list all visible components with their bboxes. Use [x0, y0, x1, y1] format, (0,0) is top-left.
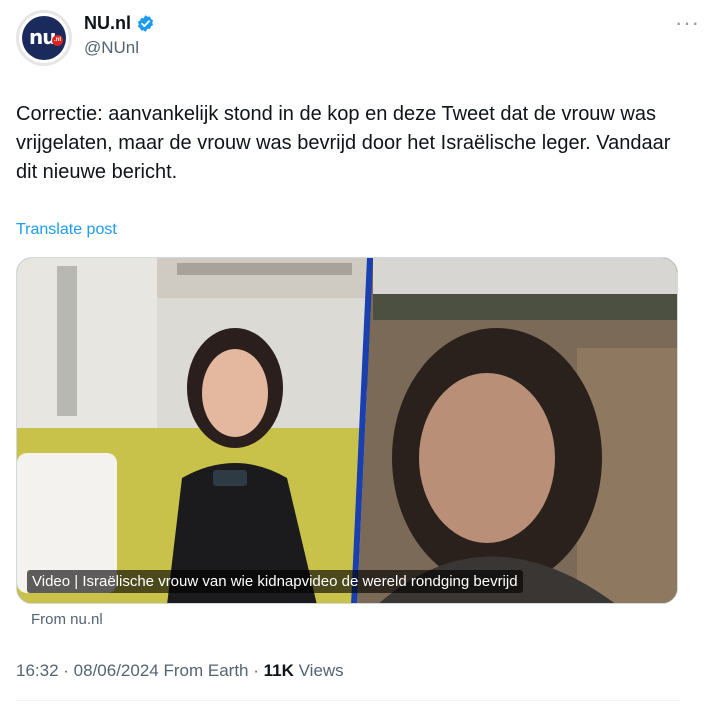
display-name[interactable]: NU.nl	[84, 13, 131, 34]
avatar-logo: nu .nl	[22, 16, 66, 60]
avatar-logo-text: nu	[29, 25, 57, 49]
post-text: Correctie: aanvankelijk stond in de kop …	[16, 103, 671, 183]
meta-separator: ·	[253, 661, 264, 680]
more-options-icon[interactable]: ···	[675, 10, 700, 36]
video-thumbnail	[17, 258, 677, 603]
avatar-logo-badge: .nl	[52, 35, 63, 46]
woman-face	[202, 349, 268, 437]
views-count: 11K	[263, 661, 294, 680]
user-handle[interactable]: @NUnl	[84, 38, 139, 58]
post-header: nu .nl NU.nl @NUnl ···	[16, 10, 704, 66]
post-location: From Earth	[163, 661, 249, 680]
media-card[interactable]: Video | Israëlische vrouw van wie kidnap…	[16, 257, 678, 604]
verified-badge-icon	[137, 15, 154, 32]
name-row: NU.nl	[84, 13, 155, 34]
translate-post-link[interactable]: Translate post	[16, 221, 117, 239]
views-label: Views	[298, 661, 344, 680]
post-meta: 16:32 · 08/06/2024 From Earth · 11K View…	[16, 661, 344, 681]
post-date[interactable]: 08/06/2024	[74, 661, 159, 680]
phone	[213, 470, 247, 486]
post-time[interactable]: 16:32	[16, 661, 59, 680]
meta-separator: ·	[63, 661, 74, 680]
window-slats	[177, 263, 352, 275]
equipment-rail	[57, 266, 77, 416]
video-caption: Video | Israëlische vrouw van wie kidnap…	[27, 570, 523, 593]
link-source[interactable]: From nu.nl	[31, 611, 103, 628]
captive-face	[419, 373, 555, 543]
avatar[interactable]: nu .nl	[16, 10, 72, 66]
treeline	[373, 294, 677, 320]
divider	[16, 700, 680, 701]
